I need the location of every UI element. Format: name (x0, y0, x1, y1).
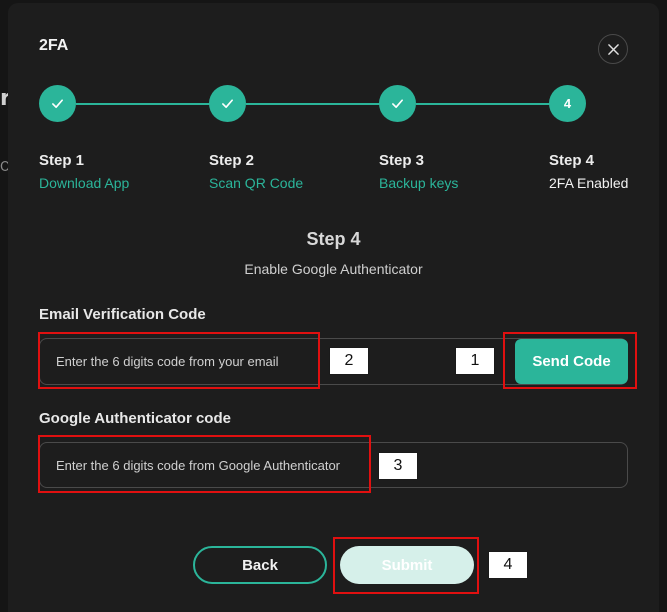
ga-code-label: Google Authenticator code (39, 410, 231, 427)
step-1-subtitle: Download App (39, 175, 130, 191)
section-description: Enable Google Authenticator (244, 261, 423, 277)
annotation-highlight-submit (333, 537, 479, 594)
twofa-modal: 2FA 4 Step 1 Download App Step 2 Scan QR… (8, 3, 659, 612)
annotation-tag-1: 1 (455, 347, 495, 375)
step-4-subtitle: 2FA Enabled (549, 175, 629, 191)
step-3-indicator (379, 85, 416, 122)
annotation-highlight-email-input (38, 332, 320, 389)
step-4-indicator: 4 (549, 85, 586, 122)
step-3-subtitle: Backup keys (379, 175, 459, 191)
modal-title: 2FA (39, 37, 69, 54)
step-4-title: Step 4 (549, 152, 595, 169)
step-1-title: Step 1 (39, 152, 85, 169)
close-icon (607, 43, 619, 55)
step-2-subtitle: Scan QR Code (209, 175, 304, 191)
back-button[interactable]: Back (193, 546, 327, 584)
check-icon (222, 99, 233, 109)
step-2-title: Step 2 (209, 152, 255, 169)
close-button[interactable] (598, 34, 628, 64)
step-3-title: Step 3 (379, 152, 425, 169)
annotation-tag-2: 2 (329, 347, 369, 375)
annotation-tag-3: 3 (378, 452, 418, 480)
step-2-indicator (209, 85, 246, 122)
stepper-connector-1 (76, 103, 210, 105)
check-icon (52, 99, 63, 109)
check-icon (392, 99, 403, 109)
step-4-number: 4 (563, 96, 572, 111)
annotation-highlight-send-code (503, 332, 637, 389)
step-1-indicator (39, 85, 76, 122)
annotation-tag-4: 4 (488, 551, 528, 579)
annotation-highlight-ga-input (38, 435, 371, 493)
email-code-label: Email Verification Code (39, 306, 206, 323)
section-heading: Step 4 (306, 229, 361, 249)
stepper-connector-3 (416, 103, 550, 105)
stepper-connector-2 (246, 103, 380, 105)
